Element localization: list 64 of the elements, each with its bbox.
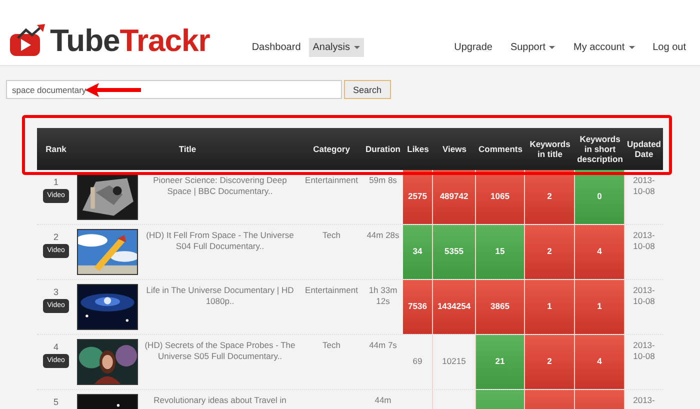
nav-tab[interactable]: Analysis [308, 38, 364, 57]
column-header: Likes [407, 144, 429, 154]
rank-number: 1 [53, 176, 58, 188]
column-header: Keywords in title [530, 138, 570, 159]
metric-cell: 4 [575, 225, 625, 279]
metric-cell: 7536 [403, 280, 433, 334]
metric-cell: 1 [575, 280, 625, 334]
metric-cell: 3865 [476, 280, 525, 334]
rank-number: 3 [53, 286, 58, 298]
metric-cell: 489742 [433, 170, 476, 224]
metric-cell: 69 [403, 335, 433, 389]
rank-number: 5 [53, 396, 58, 408]
pointer-arrow [85, 83, 141, 97]
metric-cell: 1434254 [433, 280, 476, 334]
table-cell: Tech [322, 340, 340, 352]
table-cell-text: 1h 33m 12s [368, 285, 398, 308]
video-title[interactable]: Pioneer Science: Discovering Deep Space | BBC Documentary.. [142, 175, 298, 198]
metric-cell: 4 [575, 335, 625, 389]
table-cell-text: 2013-10-08 [632, 285, 656, 308]
rank-number: 4 [53, 341, 58, 354]
table-cell: 44m [374, 395, 392, 406]
metric-cell: 15 [476, 225, 525, 279]
table-cell: 59m 8s [369, 175, 397, 186]
metric-cell: 1 [525, 280, 575, 334]
table-cell: 44m 28s [366, 230, 400, 242]
nav-tab[interactable]: Dashboard [248, 38, 305, 57]
column-header: Duration [366, 144, 400, 154]
table-cell: 2013- [633, 395, 655, 406]
table-cell: Entertainment [305, 175, 358, 186]
metric-cell: 2 [525, 225, 575, 279]
metric-cell: 21 [476, 335, 525, 389]
column-header: Keywords in short description [577, 134, 623, 164]
table-cell-text: 2013-10-08 [632, 340, 656, 363]
logo-icon [10, 24, 48, 58]
rank-number: 2 [53, 231, 58, 244]
column-header: Views [442, 144, 466, 154]
table-cell-text: 2013-10-08 [632, 175, 656, 198]
column-header: Rank [46, 144, 66, 154]
column-header: Title [178, 144, 196, 154]
metric-cell: 34 [403, 225, 433, 279]
metric-cell: 0 [575, 170, 625, 224]
video-title[interactable]: (HD) Secrets of the Space Probes - The Universe S05 Full Documentary.. [142, 340, 298, 363]
video-title[interactable]: (HD) It Fell From Space - The Universe S04 Full Documentary.. [142, 230, 298, 253]
nav-link[interactable]: Upgrade [450, 38, 496, 57]
search-field[interactable]: space documentary [6, 80, 342, 99]
nav-link[interactable]: Support [506, 38, 560, 57]
video-title[interactable]: Life in The Universe Documentary | HD 1080p.. [142, 285, 298, 308]
brand-name: TubeTrackr [50, 23, 210, 59]
column-header: Comments [478, 144, 522, 154]
nav-link[interactable]: My account [569, 38, 639, 57]
metric-cell: 5355 [433, 225, 476, 279]
metric-cell: 1065 [476, 170, 525, 224]
table-cell: 44m 7s [369, 340, 397, 352]
table-cell: Tech [322, 230, 340, 242]
table-cell-text: 2013-10-08 [632, 230, 656, 253]
nav-link[interactable]: Log out [648, 38, 690, 57]
video-title[interactable]: Revolutionary ideas about Travel in [154, 395, 286, 406]
metric-cell: 2 [525, 335, 575, 389]
metric-cell: 2 [525, 170, 575, 224]
column-header: Updated Date [627, 138, 661, 159]
table-cell: Entertainment [305, 285, 358, 296]
metric-cell: 2575 [403, 170, 433, 224]
column-header: Category [313, 144, 350, 154]
search-button[interactable]: Search [344, 80, 391, 99]
